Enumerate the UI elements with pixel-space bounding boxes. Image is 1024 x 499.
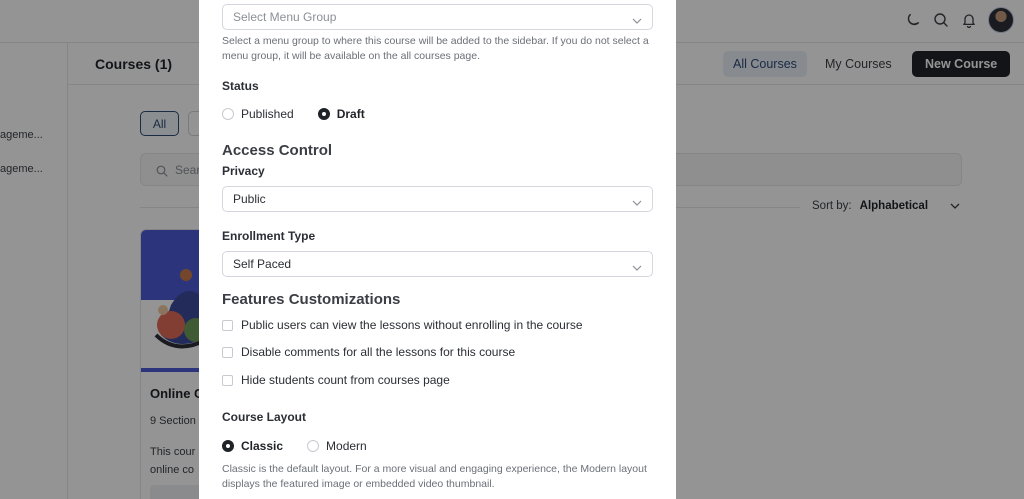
privacy-value: Public: [233, 192, 266, 206]
chevron-down-icon: [632, 13, 642, 27]
chevron-down-icon: [632, 260, 642, 274]
privacy-label: Privacy: [222, 164, 265, 178]
status-radio-group: Published Draft: [222, 107, 389, 121]
access-control-heading: Access Control: [222, 142, 333, 159]
status-published-option[interactable]: Published: [222, 107, 294, 121]
status-draft-option[interactable]: Draft: [317, 107, 365, 121]
privacy-select[interactable]: Public: [222, 186, 653, 212]
layout-classic-option[interactable]: Classic: [222, 439, 283, 453]
feature-public-view-option[interactable]: Public users can view the lessons withou…: [222, 318, 583, 332]
radio-draft[interactable]: [317, 108, 330, 120]
course-layout-help: Classic is the default layout. For a mor…: [222, 463, 647, 490]
status-option-label: Published: [241, 107, 294, 121]
radio-classic[interactable]: [222, 440, 234, 452]
feature-hide-count-option[interactable]: Hide students count from courses page: [222, 373, 450, 387]
course-settings-modal: Select Menu Group Select a menu group to…: [199, 0, 676, 499]
feature-disable-comments-option[interactable]: Disable comments for all the lessons for…: [222, 345, 515, 359]
status-label: Status: [222, 79, 259, 93]
course-layout-radio-group: Classic Modern: [222, 439, 391, 453]
menu-group-help: Select a menu group to where this course…: [222, 35, 649, 62]
features-heading: Features Customizations: [222, 291, 401, 308]
chevron-down-icon: [632, 195, 642, 209]
course-layout-label: Course Layout: [222, 410, 307, 424]
enrollment-type-label: Enrollment Type: [222, 229, 316, 243]
public-view-checkbox[interactable]: [222, 319, 233, 331]
feature-option-label: Disable comments for all the lessons for…: [241, 345, 516, 359]
radio-published[interactable]: [222, 108, 234, 120]
layout-option-label: Modern: [326, 439, 367, 453]
disable-comments-checkbox[interactable]: [222, 346, 233, 358]
hide-students-count-checkbox[interactable]: [222, 374, 233, 386]
menu-group-placeholder: Select Menu Group: [233, 10, 337, 24]
feature-option-label: Public users can view the lessons withou…: [241, 318, 583, 332]
menu-group-select[interactable]: Select Menu Group: [222, 4, 653, 30]
enrollment-type-value: Self Paced: [233, 257, 292, 271]
layout-option-label: Classic: [241, 439, 284, 453]
layout-modern-option[interactable]: Modern: [307, 439, 367, 453]
feature-option-label: Hide students count from courses page: [241, 373, 450, 387]
radio-modern[interactable]: [307, 440, 320, 452]
status-option-label: Draft: [336, 107, 365, 121]
enrollment-type-select[interactable]: Self Paced: [222, 251, 653, 277]
